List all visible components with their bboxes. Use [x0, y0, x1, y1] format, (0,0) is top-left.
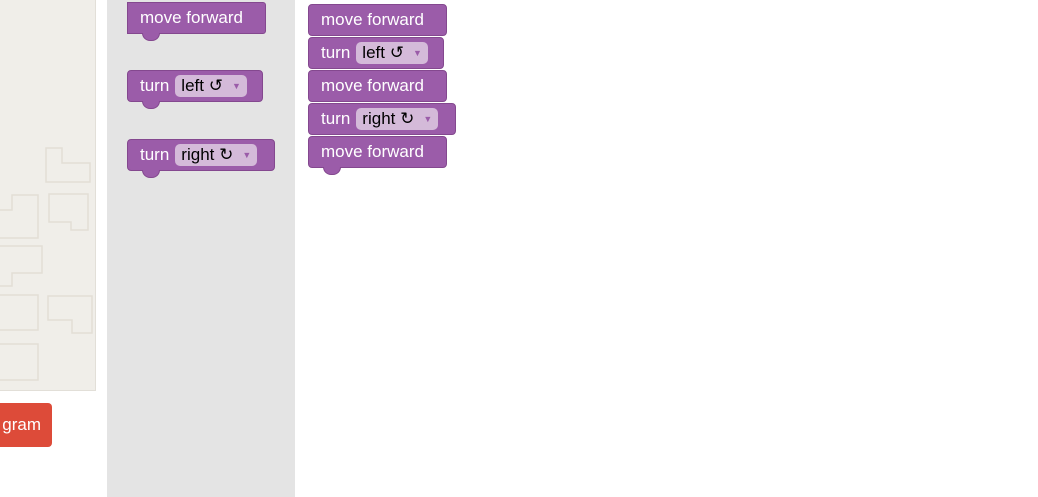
workspace-block-turn-right[interactable]: turn right ↻ ▼ — [308, 103, 456, 135]
workspace-block-move-forward[interactable]: move forward — [308, 4, 447, 36]
block-label: turn — [321, 109, 351, 128]
block-label: move forward — [321, 10, 424, 29]
toolbox-block-move-forward[interactable]: move forward — [127, 2, 266, 41]
run-program-button[interactable]: gram — [0, 403, 52, 447]
caret-down-icon: ▼ — [412, 48, 422, 58]
direction-dropdown[interactable]: left ↺ ▼ — [356, 42, 428, 64]
direction-dropdown[interactable]: left ↺ ▼ — [175, 75, 247, 97]
block-label: turn — [140, 76, 170, 95]
dropdown-value: right ↻ — [181, 145, 234, 164]
workspace-block-move-forward[interactable]: move forward — [308, 70, 447, 102]
direction-dropdown[interactable]: right ↻ ▼ — [175, 144, 258, 166]
caret-down-icon: ▼ — [242, 150, 252, 160]
workspace-block-move-forward[interactable]: move forward — [308, 136, 447, 175]
dropdown-value: left ↺ — [181, 76, 223, 95]
block-label: move forward — [321, 76, 424, 95]
block-notch — [323, 167, 341, 175]
dropdown-value: left ↺ — [362, 43, 404, 62]
block-label: move forward — [140, 8, 243, 27]
workspace-block-turn-left[interactable]: turn left ↺ ▼ — [308, 37, 444, 69]
toolbox-block-turn-left[interactable]: turn left ↺ ▼ — [127, 70, 263, 109]
dropdown-value: right ↻ — [362, 109, 415, 128]
block-label: turn — [321, 43, 351, 62]
maze-walls — [0, 147, 93, 381]
block-label: turn — [140, 145, 170, 164]
direction-dropdown[interactable]: right ↻ ▼ — [356, 108, 439, 130]
toolbox-block-turn-right[interactable]: turn right ↻ ▼ — [127, 139, 275, 178]
caret-down-icon: ▼ — [423, 114, 433, 124]
caret-down-icon: ▼ — [231, 81, 241, 91]
maze-display — [0, 0, 96, 391]
block-label: move forward — [321, 142, 424, 161]
